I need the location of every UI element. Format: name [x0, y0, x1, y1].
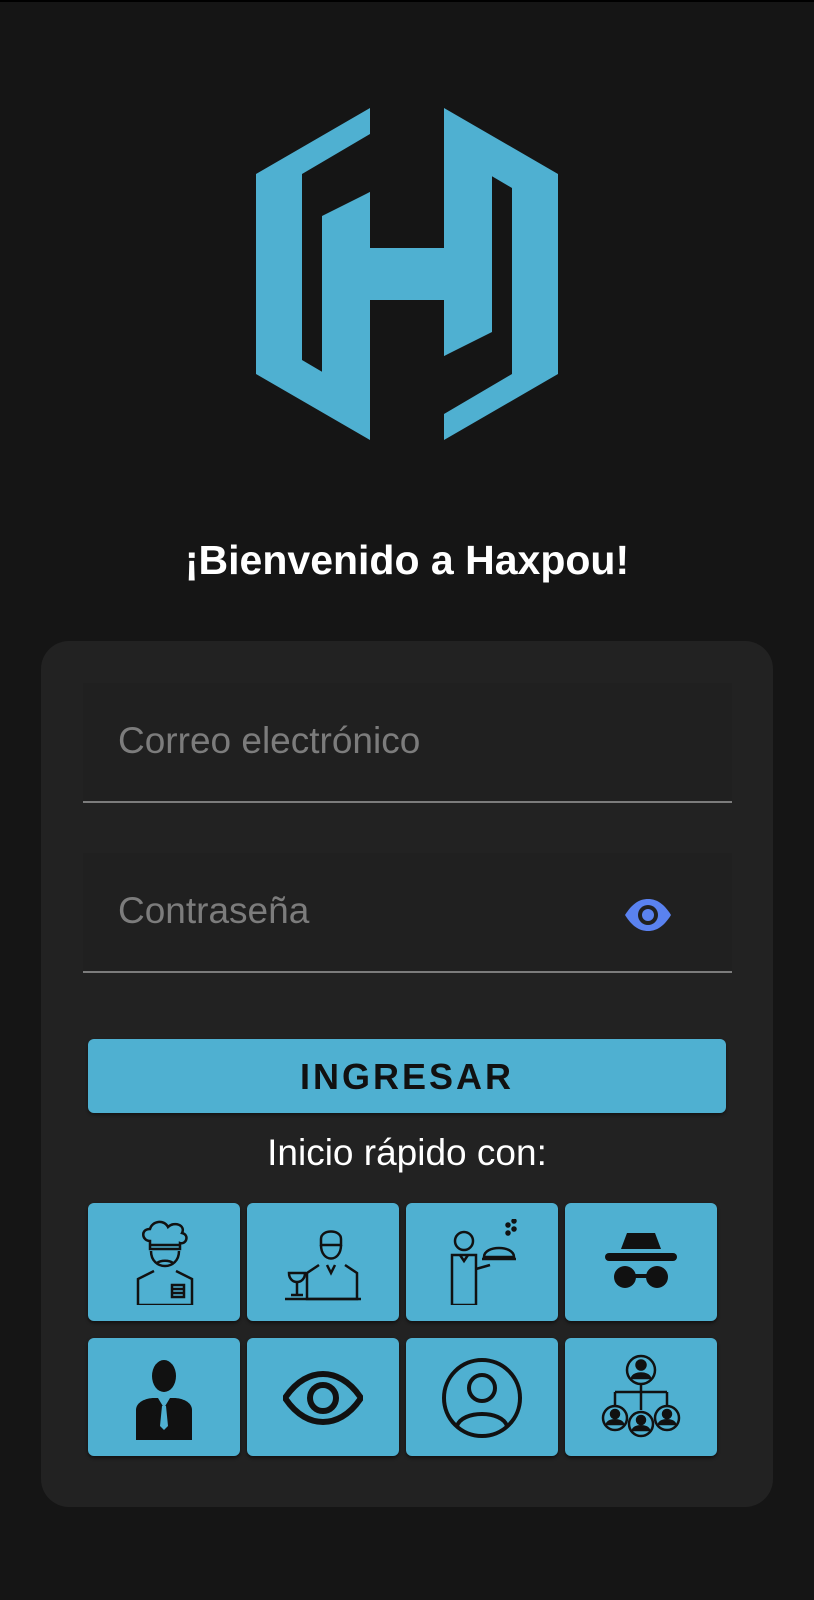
- waiter-icon: [450, 1219, 517, 1305]
- bartender-icon: [285, 1230, 361, 1301]
- eye-icon: [283, 1370, 363, 1426]
- email-placeholder: Correo electrónico: [118, 720, 421, 761]
- quick-start-label: Inicio rápido con:: [267, 1132, 547, 1173]
- quick-login-group[interactable]: [565, 1338, 717, 1456]
- password-placeholder: Contraseña: [118, 890, 310, 931]
- quick-login-businessman[interactable]: [88, 1338, 240, 1456]
- quick-login-incognito[interactable]: [565, 1203, 717, 1321]
- user-circle-icon: [442, 1358, 522, 1438]
- haxpou-logo: [256, 108, 558, 440]
- email-field[interactable]: Correo electrónico: [83, 683, 732, 803]
- quick-login-chef[interactable]: [88, 1203, 240, 1321]
- quick-login-viewer[interactable]: [247, 1338, 399, 1456]
- quick-login-bartender[interactable]: [247, 1203, 399, 1321]
- login-card: Correo electrónico Contraseña INGRESAR I…: [41, 641, 773, 1507]
- password-field[interactable]: Contraseña: [83, 853, 732, 973]
- user-network-icon: [601, 1354, 681, 1438]
- eye-icon[interactable]: [623, 897, 673, 933]
- businessman-icon: [136, 1360, 192, 1440]
- quick-login-waiter[interactable]: [406, 1203, 558, 1321]
- chef-icon: [136, 1220, 194, 1305]
- welcome-title: ¡Bienvenido a Haxpou!: [184, 537, 630, 583]
- quick-login-user[interactable]: [406, 1338, 558, 1456]
- status-bar-edge: [0, 0, 814, 2]
- incognito-icon: [605, 1233, 677, 1288]
- login-button[interactable]: INGRESAR: [88, 1039, 726, 1113]
